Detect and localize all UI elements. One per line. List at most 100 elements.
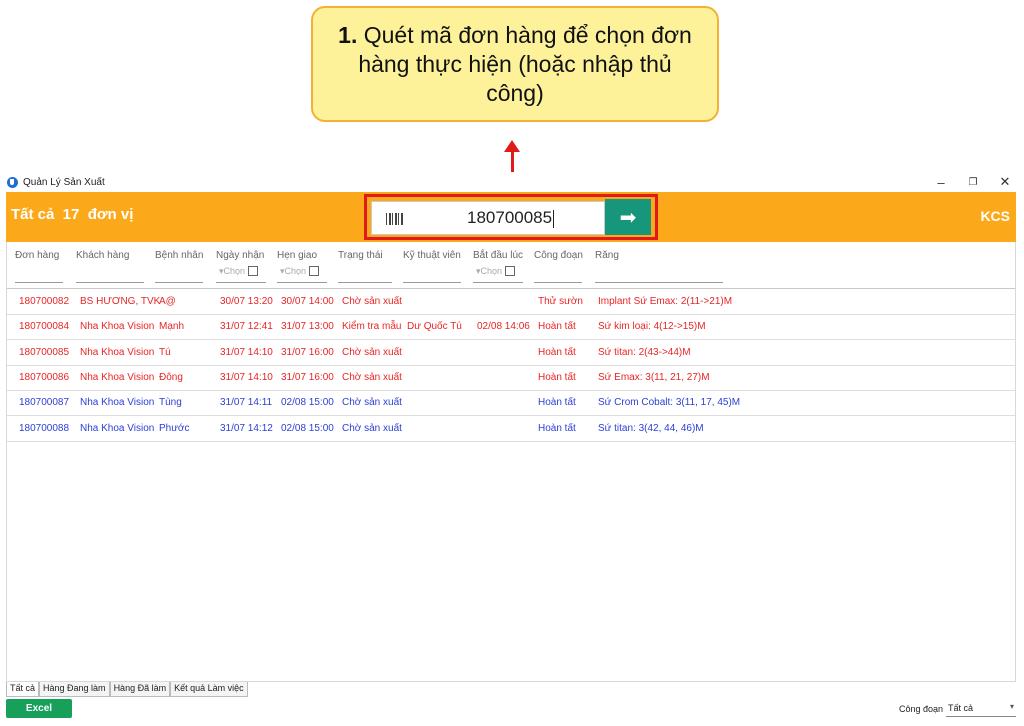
tab-all[interactable]: Tất cả [6,682,40,697]
table-row[interactable]: 180700085 Nha Khoa Vision Tú 31/07 14:10 31/… [7,340,1015,366]
minimize-button[interactable]: – [934,175,948,190]
filter-input-teeth[interactable] [595,282,723,283]
cell-stage: Hoàn tất [538,321,576,333]
filter-input-patient[interactable] [155,282,203,283]
cell-patient: Tú [159,346,171,358]
cell-received: 31/07 14:10 [220,346,273,358]
col-header-status[interactable]: Trạng thái [338,250,383,261]
cell-status: Chờ sản xuất [342,346,402,358]
cell-patient: Đông [159,371,183,383]
table-row[interactable]: 180700086 Nha Khoa Vision Đông 31/07 14:10 3… [7,365,1015,391]
cell-received: 31/07 12:41 [220,321,273,333]
orders-table: Đơn hàng Khách hàng Bệnh nhân Ngày nhận … [6,242,1016,682]
stage-filter-select[interactable]: Tất cả ▾ [946,700,1016,717]
due-filter-placeholder: Chọn [284,266,307,276]
scan-input-value: 180700085 [467,208,553,227]
tab-in-progress[interactable]: Hàng Đang làm [39,682,110,697]
cell-order: 180700084 [19,321,70,333]
callout-number: 1. [338,21,358,48]
filter-input-due[interactable] [277,282,327,283]
table-row[interactable]: 180700087 Nha Khoa Vision Tùng 31/07 14:11 0… [7,390,1015,417]
cell-customer: Nha Khoa Vision [80,321,155,333]
cell-order: 180700088 [19,422,70,434]
filter-input-stage[interactable] [534,282,582,283]
cell-teeth: Sứ titan: 2(43->44)M [598,346,691,358]
cell-order: 180700082 [19,296,70,307]
col-header-technician[interactable]: Kỹ thuật viên [403,250,461,261]
filter-input-status[interactable] [338,282,392,283]
tab-done[interactable]: Hàng Đã làm [109,682,171,697]
cell-teeth: Sứ Crom Cobalt: 3(11, 17, 45)M [598,397,741,409]
cell-due: 31/07 16:00 [281,346,334,358]
submit-scan-button[interactable]: ➡ [605,199,651,235]
department-label: KCS [980,208,1010,224]
window-title: Quản Lý Sản Xuất [23,176,105,188]
arrow-right-icon: ➡ [619,206,637,229]
cell-due: 02/08 15:00 [281,397,334,409]
cell-order: 180700086 [19,371,70,383]
text-caret [553,209,555,228]
restore-button[interactable]: ❐ [966,177,980,188]
received-date-filter[interactable]: ▾Chọn [219,265,259,277]
app-logo-icon [7,176,18,188]
title-bar: Quản Lý Sản Xuất – ❐ ✕ [0,172,1024,192]
chevron-down-icon: ▾ [1009,702,1014,711]
col-header-stage[interactable]: Công đoạn [534,250,583,261]
cell-patient: Tùng [159,397,182,409]
col-header-customer[interactable]: Khách hàng [76,250,129,261]
filter-input-received[interactable] [216,282,266,283]
tab-work-results[interactable]: Kết quả Làm việc [170,682,248,697]
cell-received: 31/07 14:10 [220,371,273,383]
filter-input-technician[interactable] [403,282,461,283]
cell-due: 02/08 15:00 [281,422,334,434]
cell-teeth: Implant Sứ Emax: 2(11->21)M [598,296,733,307]
cell-status: Chờ sản xuất [342,397,402,409]
table-row[interactable]: 180700082 BS HƯƠNG, TVK A@ 30/07 13:20 30/07… [7,289,1015,315]
header-bar: Tất cả 17 đơn vị 180700085 ➡ KCS [6,192,1016,242]
barcode-scan-input[interactable]: 180700085 [371,201,605,235]
start-date-filter[interactable]: ▾Chọn [476,265,516,277]
cell-stage: Hoàn tất [538,371,576,383]
table-row[interactable]: 180700084 Nha Khoa Vision Mạnh 31/07 12:41 3… [7,314,1015,341]
col-header-teeth[interactable]: Răng [595,250,619,261]
cell-teeth: Sứ kim loại: 4(12->15)M [598,321,706,333]
col-header-order[interactable]: Đơn hàng [15,250,59,261]
cell-patient: Mạnh [159,321,185,333]
cell-received: 31/07 14:11 [220,397,273,409]
cell-order: 180700087 [19,397,70,409]
filter-input-start[interactable] [473,282,523,283]
close-button[interactable]: ✕ [998,174,1012,190]
unit-count-label: Tất cả 17 đơn vị [11,206,134,223]
filter-input-order[interactable] [15,282,63,283]
cell-received: 31/07 14:12 [220,422,273,434]
calendar-icon [248,265,259,276]
col-header-due[interactable]: Hẹn giao [277,250,317,261]
stage-filter-label: Công đoạn [899,704,944,714]
cell-status: Chờ sản xuất [342,296,402,307]
cell-received: 30/07 13:20 [220,296,273,307]
table-row[interactable]: 180700088 Nha Khoa Vision Phước 31/07 14:12… [7,416,1015,442]
cell-stage: Hoàn tất [538,346,576,358]
cell-customer: Nha Khoa Vision [80,346,155,358]
cell-customer: BS HƯƠNG, TVK [80,296,161,307]
due-date-filter[interactable]: ▾Chọn [280,265,320,277]
cell-status: Kiểm tra mẫu [342,321,402,333]
cell-stage: Hoàn tất [538,422,576,434]
calendar-icon [505,265,516,276]
col-header-patient[interactable]: Bệnh nhân [155,250,203,261]
cell-customer: Nha Khoa Vision [80,422,155,434]
cell-patient: Phước [159,422,190,434]
cell-stage: Thử sườn [538,296,583,307]
cell-order: 180700085 [19,346,70,358]
cell-due: 31/07 13:00 [281,321,334,333]
excel-export-button[interactable]: Excel [6,699,72,718]
cell-due: 31/07 16:00 [281,371,334,383]
cell-status: Chờ sản xuất [342,422,402,434]
cell-teeth: Sứ Emax: 3(11, 21, 27)M [598,371,710,383]
cell-stage: Hoàn tất [538,397,576,409]
cell-teeth: Sứ titan: 3(42, 44, 46)M [598,422,704,434]
col-header-received[interactable]: Ngày nhận [216,250,264,261]
filter-input-customer[interactable] [76,282,144,283]
col-header-start[interactable]: Bắt đầu lúc [473,250,523,261]
bottom-tabs: Tất cả Hàng Đang làm Hàng Đã làm Kết quả… [6,682,248,697]
